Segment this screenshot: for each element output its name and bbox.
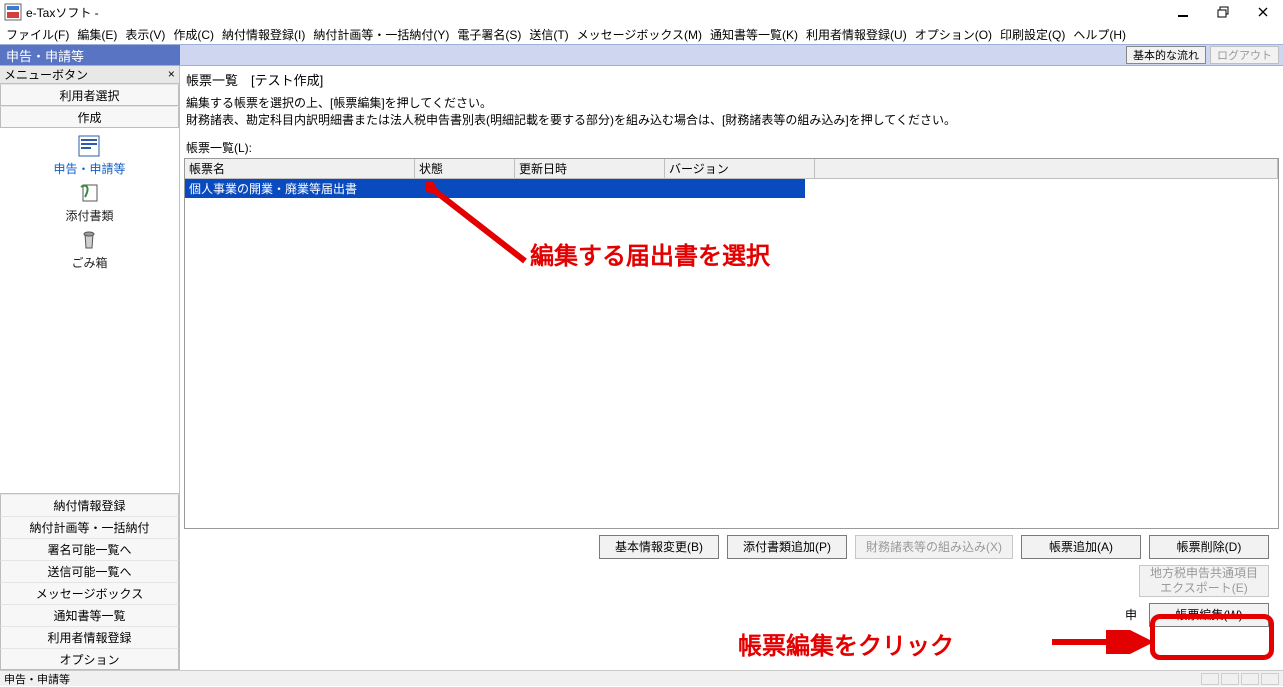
nav-btn-create[interactable]: 作成 [0,106,179,128]
nav-pane: メニューボタン × 利用者選択 作成 申告・申請等 添付書類 [0,66,180,670]
menu-payplan[interactable]: 納付計画等・一括納付(Y) [313,26,449,43]
content: 帳票一覧 [テスト作成] 編集する帳票を選択の上、[帳票編集]を押してください。… [180,66,1283,670]
nav-btn-option[interactable]: オプション [0,648,179,670]
menu-create[interactable]: 作成(C) [173,26,214,43]
nav-btn-msgbox[interactable]: メッセージボックス [0,582,179,604]
menu-option[interactable]: オプション(O) [915,26,992,43]
menubar: ファイル(F) 編集(E) 表示(V) 作成(C) 納付情報登録(I) 納付計画… [0,24,1283,44]
btn-export-local: 地方税申告共通項目 エクスポート(E) [1139,565,1269,597]
nav-header: メニューボタン × [0,66,179,84]
form-icon [75,134,103,158]
btn-basic-info[interactable]: 基本情報変更(B) [599,535,719,559]
status-text: 申告・申請等 [4,671,70,687]
window-close-button[interactable] [1243,1,1283,23]
menu-payment[interactable]: 納付情報登録(I) [222,26,305,43]
col-state[interactable]: 状態 [415,159,515,178]
menu-view[interactable]: 表示(V) [125,26,165,43]
ribbon-title: 申告・申請等 [0,45,180,65]
nav-icon-declaration[interactable]: 申告・申請等 [53,134,125,177]
table-row[interactable]: 個人事業の開業・廃業等届出書 [185,179,805,198]
cell-state [415,179,515,198]
table-header: 帳票名 状態 更新日時 バージョン [185,159,1278,178]
form-table: 帳票名 状態 更新日時 バージョン 個人事業の開業・廃業等届出書 [184,158,1279,529]
basic-flow-button[interactable]: 基本的な流れ [1126,46,1206,64]
clip-icon [75,181,103,205]
btn-del-form[interactable]: 帳票削除(D) [1149,535,1269,559]
nav-icon-trash-label: ごみ箱 [71,254,107,271]
btn-add-form[interactable]: 帳票追加(A) [1021,535,1141,559]
app-icon [4,3,22,21]
col-updated[interactable]: 更新日時 [515,159,665,178]
menu-help[interactable]: ヘルプ(H) [1073,26,1126,43]
nav-icon-declaration-label: 申告・申請等 [53,160,125,177]
col-name[interactable]: 帳票名 [185,159,415,178]
btn-import-fs: 財務諸表等の組み込み(X) [855,535,1013,559]
content-instructions: 編集する帳票を選択の上、[帳票編集]を押してください。 財務諸表、勘定科目内訳明… [184,95,1279,135]
nav-bottom-stack: 納付情報登録 納付計画等・一括納付 署名可能一覧へ 送信可能一覧へ メッセージボ… [0,493,179,670]
nav-header-label: メニューボタン [4,66,88,83]
menu-edit[interactable]: 編集(E) [77,26,117,43]
status-box-1 [1201,673,1219,685]
nav-icon-attach-label: 添付書類 [65,207,113,224]
nav-btn-payment-reg[interactable]: 納付情報登録 [0,494,179,516]
main: メニューボタン × 利用者選択 作成 申告・申請等 添付書類 [0,66,1283,670]
trash-icon [75,228,103,252]
nav-content: 申告・申請等 添付書類 ごみ箱 [0,128,179,493]
logout-button[interactable]: ログアウト [1210,46,1279,64]
menu-notice[interactable]: 通知書等一覧(K) [710,26,798,43]
menu-userreg[interactable]: 利用者情報登録(U) [806,26,907,43]
table-body[interactable]: 個人事業の開業・廃業等届出書 [185,178,1278,528]
button-rows: 基本情報変更(B) 添付書類追加(P) 財務諸表等の組み込み(X) 帳票追加(A… [184,529,1279,637]
nav-collapse-button[interactable]: × [168,68,175,82]
nav-btn-payment-plan[interactable]: 納付計画等・一括納付 [0,516,179,538]
content-title: 帳票一覧 [テスト作成] [184,68,1279,95]
nav-btn-sign-list[interactable]: 署名可能一覧へ [0,538,179,560]
window-restore-button[interactable] [1203,1,1243,23]
nav-btn-userreg[interactable]: 利用者情報登録 [0,626,179,648]
cell-name: 個人事業の開業・廃業等届出書 [185,179,415,198]
statusbar: 申告・申請等 [0,670,1283,686]
status-box-2 [1221,673,1239,685]
btn-edit-form[interactable]: 帳票編集(W) [1149,603,1269,627]
app-title: e-Taxソフト - [26,4,99,21]
menu-sign[interactable]: 電子署名(S) [457,26,521,43]
row3-prefix: 申 [1125,606,1137,623]
instr-line-2: 財務諸表、勘定科目内訳明細書または法人税申告書別表(明細記載を要する部分)を組み… [186,112,1277,129]
col-version[interactable]: バージョン [665,159,815,178]
nav-icon-attach[interactable]: 添付書類 [65,181,113,224]
form-list-label: 帳票一覧(L): [184,135,1279,158]
nav-btn-user-select[interactable]: 利用者選択 [0,84,179,106]
titlebar: e-Taxソフト - [0,0,1283,24]
status-box-3 [1241,673,1259,685]
cell-updated [515,179,665,198]
menu-print[interactable]: 印刷設定(Q) [1000,26,1065,43]
ribbon: 申告・申請等 基本的な流れ ログアウト [0,44,1283,66]
instr-line-1: 編集する帳票を選択の上、[帳票編集]を押してください。 [186,95,1277,112]
cell-version [665,179,815,198]
menu-msgbox[interactable]: メッセージボックス(M) [577,26,702,43]
nav-icon-trash[interactable]: ごみ箱 [71,228,107,271]
window-minimize-button[interactable] [1163,1,1203,23]
btn-add-attach[interactable]: 添付書類追加(P) [727,535,847,559]
nav-btn-notice[interactable]: 通知書等一覧 [0,604,179,626]
nav-btn-send-list[interactable]: 送信可能一覧へ [0,560,179,582]
col-spacer [815,159,1278,178]
menu-file[interactable]: ファイル(F) [6,26,69,43]
menu-send[interactable]: 送信(T) [529,26,568,43]
status-box-4 [1261,673,1279,685]
